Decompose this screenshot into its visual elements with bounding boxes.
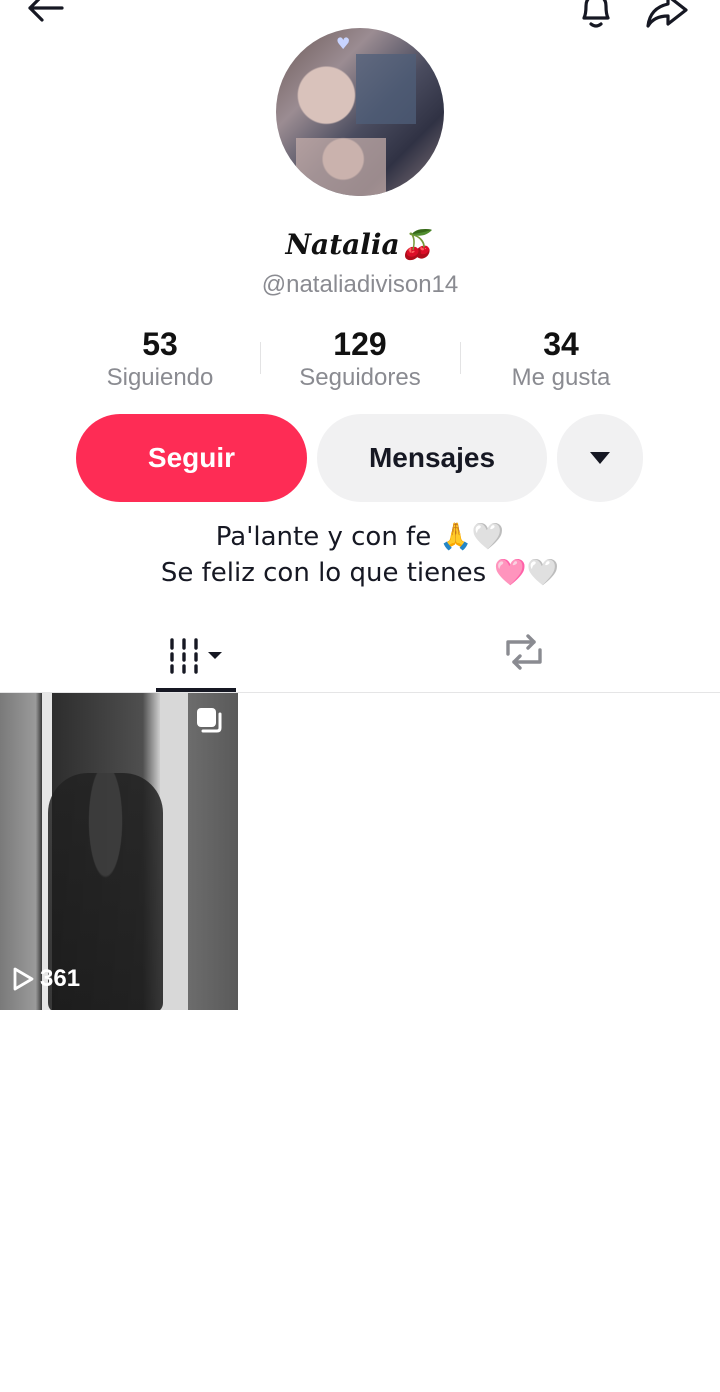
caret-down-icon [590,452,610,464]
stat-label: Seguidores [299,364,421,391]
tab-reposts[interactable] [484,620,564,684]
stat-following[interactable]: 53 Siguiendo [60,326,260,394]
play-count: 361 [12,965,80,993]
video-thumbnail[interactable]: 361 [0,693,238,1010]
back-button[interactable] [20,0,68,28]
bio-line: Se feliz con lo que tienes 🩷🤍 [160,558,560,588]
stat-label: Siguiendo [106,364,214,391]
arrow-left-icon [28,0,64,22]
follow-button[interactable]: Seguir [76,414,307,502]
notification-button[interactable] [572,0,620,30]
avatar[interactable]: ♥ [276,28,444,196]
bio-line: Pa'lante y con fe 🙏🤍 [215,522,505,552]
grid-bars-icon [170,638,222,674]
share-button[interactable] [642,0,690,30]
stat-followers[interactable]: 129 Seguidores [260,326,460,394]
play-count-value: 361 [40,965,81,992]
more-options-button[interactable] [557,414,643,502]
heart-icon: ♥ [336,34,351,53]
stat-value: 53 [142,326,178,362]
stat-likes[interactable]: 34 Me gusta [461,326,661,394]
tab-videos[interactable] [156,620,236,692]
message-button[interactable]: Mensajes [317,414,547,502]
stat-label: Me gusta [511,364,611,391]
display-name: 𝑵𝒂𝒕𝒂𝒍𝒊𝒂🍒 [285,228,435,261]
thumbnail-background [160,693,188,1010]
repost-icon [506,634,542,670]
multi-image-icon [197,708,222,733]
play-outline-icon [13,967,34,991]
avatar-photo-panel [356,54,416,124]
bell-icon [582,0,610,28]
username: @nataliadivison14 [261,271,459,298]
avatar-photo-panel [296,138,386,196]
share-arrow-icon [646,0,688,28]
stat-value: 34 [543,326,579,362]
stat-value: 129 [333,326,387,362]
